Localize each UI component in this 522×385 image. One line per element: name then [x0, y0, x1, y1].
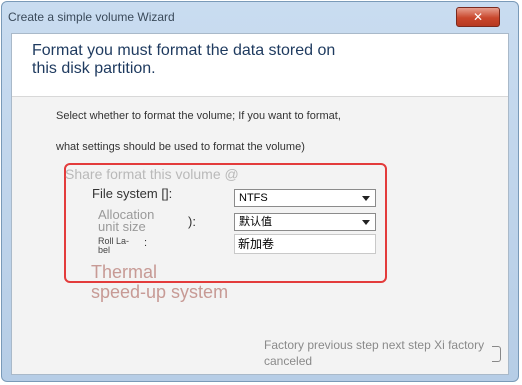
volume-label-colon: : — [144, 237, 148, 249]
allocation-unit-size-select[interactable]: 默认值 — [234, 213, 376, 231]
instruction-line-2: what settings should be used to format t… — [56, 141, 305, 153]
allocation-unit-size-value: 默认值 — [239, 216, 272, 228]
allocation-label-line-2: unit size — [98, 219, 146, 234]
page-title: Format you must format the data stored o… — [32, 42, 336, 77]
chevron-down-icon — [362, 220, 370, 225]
window-title: Create a simple volume Wizard — [8, 10, 175, 24]
volume-label-label: Roll La- bel — [98, 237, 138, 255]
overlay-text: Thermal speed-up system — [91, 262, 228, 302]
file-system-select[interactable]: NTFS — [234, 189, 376, 207]
overlay-text-line-1: Thermal — [91, 262, 158, 282]
footer-buttons[interactable]: Factory previous step next step Xi facto… — [264, 337, 510, 369]
footer-button-edge — [492, 346, 501, 362]
close-icon: ✕ — [472, 10, 484, 24]
wizard-header: Format you must format the data stored o… — [12, 34, 508, 97]
wizard-window: Create a simple volume Wizard ✕ Format y… — [1, 1, 519, 382]
wizard-content: Format you must format the data stored o… — [11, 33, 509, 375]
file-system-label: File system []: — [92, 186, 173, 201]
allocation-label-suffix: ): — [188, 214, 196, 229]
title-bar: Create a simple volume Wizard ✕ — [2, 2, 518, 32]
chevron-down-icon — [362, 196, 370, 201]
overlay-text-line-2: speed-up system — [91, 282, 229, 302]
volume-label-input[interactable]: 新加卷 — [234, 234, 376, 254]
allocation-unit-size-label: Allocation unit size — [98, 208, 154, 234]
file-system-value: NTFS — [239, 192, 268, 204]
instruction-line-1: Select whether to format the volume; If … — [56, 110, 341, 122]
close-button[interactable]: ✕ — [456, 7, 500, 27]
format-volume-radio[interactable]: Share format this volume @ — [65, 166, 239, 182]
volume-label-line-2: bel — [98, 245, 111, 255]
